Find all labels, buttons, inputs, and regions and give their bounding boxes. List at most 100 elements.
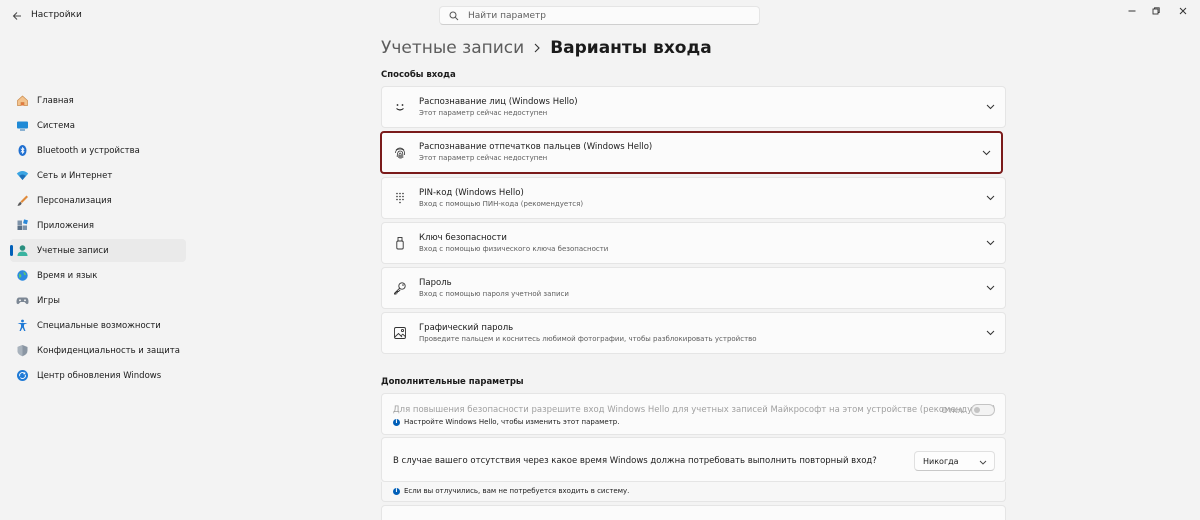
breadcrumb-parent-link[interactable]: Учетные записи xyxy=(381,38,524,58)
hello-only-info-text: Настройте Windows Hello, чтобы изменить … xyxy=(404,418,620,426)
shield-icon xyxy=(16,344,29,357)
app-title: Настройки xyxy=(31,10,82,20)
sign-in-option-pin[interactable]: PIN-код (Windows Hello) Вход с помощью П… xyxy=(381,177,1006,219)
accessibility-icon xyxy=(16,319,29,332)
chevron-down-icon xyxy=(979,458,987,466)
apps-icon xyxy=(16,219,29,232)
option-subtitle: Вход с помощью ПИН-кода (рекомендуется) xyxy=(419,200,584,208)
sidebar-item-bluetooth[interactable]: Bluetooth и устройства xyxy=(10,139,186,162)
page-title: Варианты входа xyxy=(550,38,712,58)
sign-in-option-face[interactable]: Распознавание лиц (Windows Hello) Этот п… xyxy=(381,86,1006,128)
option-subtitle: Этот параметр сейчас недоступен xyxy=(419,154,548,162)
key-icon xyxy=(392,280,408,296)
option-title: Распознавание отпечатков пальцев (Window… xyxy=(419,142,653,152)
bluetooth-icon xyxy=(16,144,29,157)
select-value: Никогда xyxy=(923,456,959,466)
hello-only-text: Для повышения безопасности разрешите вхо… xyxy=(393,405,996,415)
search-box[interactable] xyxy=(439,6,760,25)
sidebar-item-personalization[interactable]: Персонализация xyxy=(10,189,186,212)
brush-icon xyxy=(16,194,29,207)
globe-icon xyxy=(16,269,29,282)
sidebar-item-network[interactable]: Сеть и Интернет xyxy=(10,164,186,187)
sign-in-option-password[interactable]: Пароль Вход с помощью пароля учетной зап… xyxy=(381,267,1006,309)
sidebar-nav: Главная Система Bluetooth и устройства С… xyxy=(10,89,186,389)
sidebar-item-system[interactable]: Система xyxy=(10,114,186,137)
face-icon xyxy=(392,99,408,115)
next-setting-card xyxy=(381,505,1006,520)
option-title: Пароль xyxy=(419,278,452,288)
option-subtitle: Проведите пальцем и коснитесь любимой фо… xyxy=(419,335,757,343)
account-icon xyxy=(16,244,29,257)
sidebar-item-label: Учетные записи xyxy=(37,245,109,256)
sidebar-item-label: Приложения xyxy=(37,220,95,231)
chevron-down-icon[interactable] xyxy=(981,148,991,158)
option-subtitle: Этот параметр сейчас недоступен xyxy=(419,109,548,117)
option-title: Ключ безопасности xyxy=(419,233,507,243)
chevron-down-icon[interactable] xyxy=(985,238,995,248)
chevron-down-icon[interactable] xyxy=(985,193,995,203)
chevron-down-icon[interactable] xyxy=(985,328,995,338)
sidebar-item-privacy[interactable]: Конфиденциальность и защита xyxy=(10,339,186,362)
breadcrumb: Учетные записи Варианты входа xyxy=(381,36,712,60)
sidebar-item-label: Сеть и Интернет xyxy=(37,170,113,181)
sidebar-item-label: Главная xyxy=(37,95,74,106)
search-input[interactable] xyxy=(468,10,738,21)
sidebar-item-accounts[interactable]: Учетные записи xyxy=(10,239,186,262)
require-signin-setting: В случае вашего отсутствия через какое в… xyxy=(381,437,1006,482)
toggle-knob xyxy=(974,407,980,413)
require-signin-info-bar: i Если вы отлучились, вам не потребуется… xyxy=(381,482,1006,502)
option-title: PIN-код (Windows Hello) xyxy=(419,188,524,198)
sidebar-item-accessibility[interactable]: Специальные возможности xyxy=(10,314,186,337)
chevron-right-icon xyxy=(533,43,541,53)
sidebar-item-label: Время и язык xyxy=(37,270,98,281)
sidebar-item-label: Персонализация xyxy=(37,195,112,206)
chevron-down-icon[interactable] xyxy=(985,283,995,293)
pin-keypad-icon xyxy=(392,190,408,206)
toggle-state-label: Откл. xyxy=(941,406,965,415)
back-button[interactable] xyxy=(8,7,26,25)
require-signin-info: i Если вы отлучились, вам не потребуется… xyxy=(393,487,629,495)
sidebar-item-label: Система xyxy=(37,120,75,131)
search-icon xyxy=(448,10,459,21)
update-icon xyxy=(16,369,29,382)
option-subtitle: Вход с помощью физического ключа безопас… xyxy=(419,245,609,253)
gamepad-icon xyxy=(16,294,29,307)
sidebar-item-label: Конфиденциальность и защита xyxy=(37,345,180,356)
close-icon xyxy=(1179,7,1187,15)
maximize-button[interactable] xyxy=(1145,4,1167,18)
display-icon xyxy=(16,119,29,132)
require-signin-select[interactable]: Никогда xyxy=(914,451,995,471)
back-arrow-icon xyxy=(12,12,21,20)
sign-in-option-security-key[interactable]: Ключ безопасности Вход с помощью физичес… xyxy=(381,222,1006,264)
sign-in-option-picture-password[interactable]: Графический пароль Проведите пальцем и к… xyxy=(381,312,1006,354)
require-signin-info-text: Если вы отлучились, вам не потребуется в… xyxy=(404,487,630,495)
hello-only-setting: Для повышения безопасности разрешите вхо… xyxy=(381,393,1006,435)
picture-icon xyxy=(392,325,408,341)
sidebar-item-label: Специальные возможности xyxy=(37,320,161,331)
sign-in-option-fingerprint[interactable]: Распознавание отпечатков пальцев (Window… xyxy=(380,131,1003,174)
option-subtitle: Вход с помощью пароля учетной записи xyxy=(419,290,569,298)
home-icon xyxy=(16,94,29,107)
info-icon: i xyxy=(393,418,400,426)
hello-only-toggle[interactable] xyxy=(971,404,995,416)
sidebar-item-label: Игры xyxy=(37,295,60,306)
section-title-additional: Дополнительные параметры xyxy=(381,377,524,387)
hello-only-info: i Настройте Windows Hello, чтобы изменит… xyxy=(393,418,619,426)
option-title: Распознавание лиц (Windows Hello) xyxy=(419,97,578,107)
sidebar-item-apps[interactable]: Приложения xyxy=(10,214,186,237)
sidebar-item-home[interactable]: Главная xyxy=(10,89,186,112)
minimize-icon xyxy=(1128,10,1136,12)
sidebar-item-time-language[interactable]: Время и язык xyxy=(10,264,186,287)
sidebar-item-windows-update[interactable]: Центр обновления Windows xyxy=(10,364,186,387)
close-button[interactable] xyxy=(1172,4,1194,18)
info-icon: i xyxy=(393,487,400,495)
wifi-icon xyxy=(16,169,29,182)
chevron-down-icon[interactable] xyxy=(985,102,995,112)
require-signin-text: В случае вашего отсутствия через какое в… xyxy=(393,456,877,466)
option-title: Графический пароль xyxy=(419,323,514,333)
usb-key-icon xyxy=(392,235,408,251)
minimize-button[interactable] xyxy=(1121,4,1143,18)
sidebar-item-gaming[interactable]: Игры xyxy=(10,289,186,312)
sidebar-item-label: Bluetooth и устройства xyxy=(37,145,140,156)
sidebar-item-label: Центр обновления Windows xyxy=(37,370,162,381)
